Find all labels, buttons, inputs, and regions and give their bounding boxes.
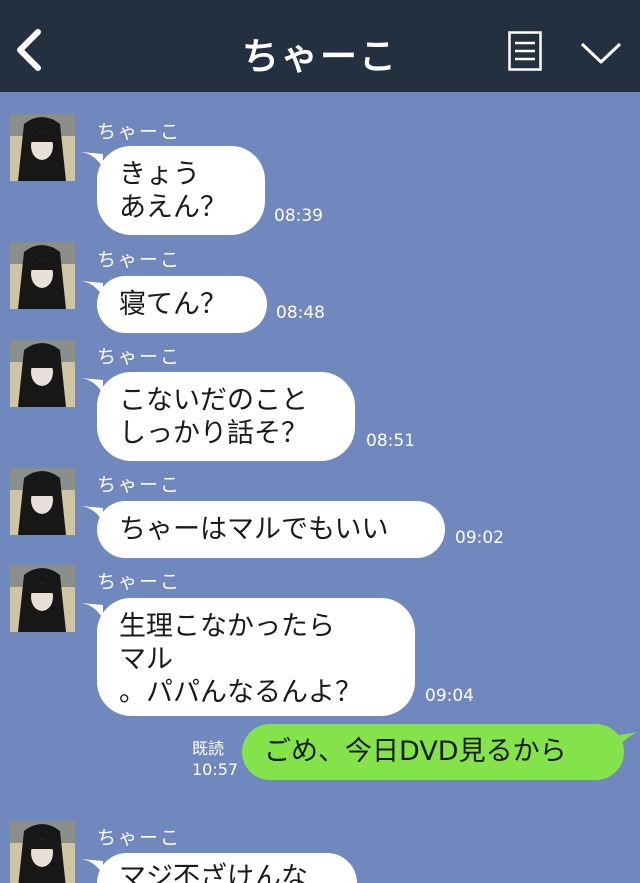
- message-time: 10:57: [192, 760, 239, 779]
- avatar[interactable]: [10, 340, 75, 407]
- avatar[interactable]: [10, 565, 75, 632]
- message-bubble[interactable]: こないだのこと しっかり話そ？: [97, 372, 355, 461]
- sender-name: ちゃーこ: [97, 827, 182, 849]
- avatar[interactable]: [10, 821, 75, 883]
- sender-name: ちゃーこ: [97, 249, 182, 271]
- message-bubble[interactable]: 生理こなかったら マル 。パパんなるんよ？: [97, 598, 415, 716]
- message-time: 08:39: [274, 206, 323, 226]
- read-label: 既読: [192, 739, 225, 758]
- sender-name: ちゃーこ: [97, 121, 182, 143]
- bubble-tail: [614, 732, 638, 752]
- message-bubble[interactable]: 寝てん？: [97, 276, 267, 333]
- chevron-down-icon[interactable]: [580, 40, 622, 66]
- list-icon[interactable]: [508, 31, 542, 71]
- chat-title: ちゃーこ: [242, 35, 398, 78]
- message-bubble[interactable]: マジ不ざけんな: [97, 853, 357, 883]
- message-bubble-outgoing[interactable]: ごめ、今日DVD見るから: [242, 724, 624, 780]
- message-bubble[interactable]: ちゃーはマルでもいい: [97, 501, 445, 558]
- avatar[interactable]: [10, 242, 75, 309]
- message-time: 08:51: [366, 431, 415, 451]
- sender-name: ちゃーこ: [97, 346, 182, 368]
- header-bar: ちゃーこ: [0, 0, 640, 92]
- sender-name: ちゃーこ: [97, 474, 182, 496]
- message-bubble[interactable]: きょう あえん？: [97, 146, 265, 235]
- message-time: 08:48: [276, 303, 325, 323]
- message-time: 09:04: [425, 686, 474, 706]
- avatar[interactable]: [10, 114, 75, 181]
- avatar[interactable]: [10, 468, 75, 535]
- message-time: 09:02: [455, 528, 504, 548]
- read-status: 既読 10:57: [192, 738, 238, 780]
- sender-name: ちゃーこ: [97, 571, 182, 593]
